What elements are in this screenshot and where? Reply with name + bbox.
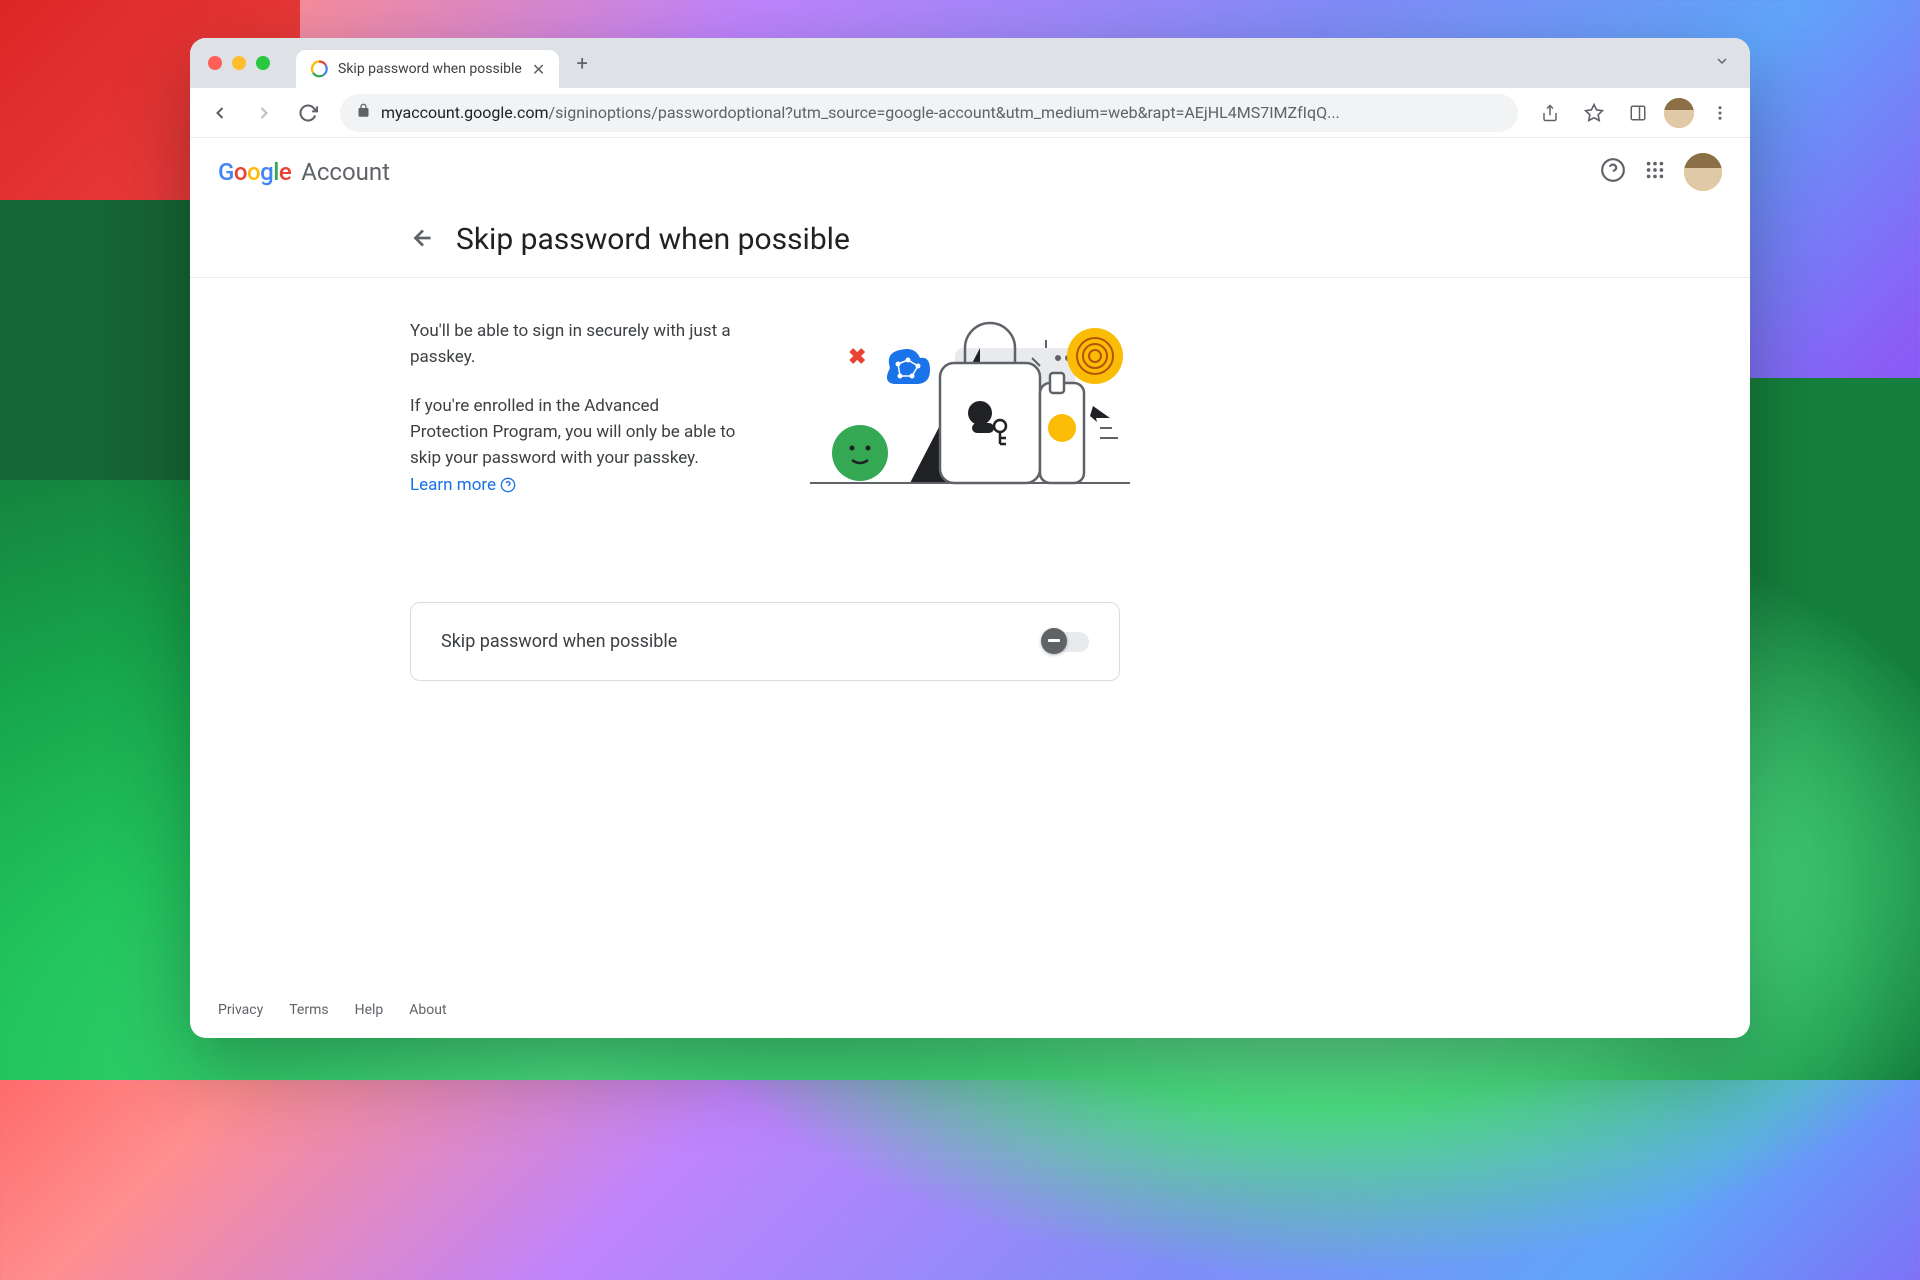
url-text: myaccount.google.com/signinoptions/passw… — [381, 103, 1340, 122]
help-button[interactable] — [1600, 157, 1626, 187]
browser-profile-avatar[interactable] — [1664, 98, 1694, 128]
share-button[interactable] — [1532, 95, 1568, 131]
browser-tab[interactable]: Skip password when possible ✕ — [296, 50, 559, 88]
toggle-knob — [1041, 628, 1067, 654]
tab-title: Skip password when possible — [338, 61, 522, 77]
learn-more-link[interactable]: Learn more — [410, 472, 516, 498]
back-button[interactable] — [202, 95, 238, 131]
close-tab-icon[interactable]: ✕ — [532, 60, 545, 79]
page-title-row: Skip password when possible — [190, 206, 1750, 278]
browser-window: Skip password when possible ✕ + myaccoun… — [190, 38, 1750, 1038]
reload-button[interactable] — [290, 95, 326, 131]
lock-icon — [356, 103, 371, 122]
intro-para-2: If you're enrolled in the Advanced Prote… — [410, 393, 740, 498]
svg-text:✖: ✖ — [848, 345, 866, 370]
app-header: Google Account — [190, 138, 1750, 206]
google-favicon-icon — [310, 60, 328, 78]
toggle-card: Skip password when possible — [410, 602, 1120, 681]
apps-grid-button[interactable] — [1644, 159, 1666, 185]
skip-password-toggle[interactable] — [1043, 632, 1089, 652]
footer: Privacy Terms Help About — [190, 982, 1750, 1038]
tabs-menu-button[interactable] — [1714, 53, 1738, 73]
address-bar[interactable]: myaccount.google.com/signinoptions/passw… — [340, 94, 1518, 132]
window-controls — [208, 56, 270, 70]
privacy-link[interactable]: Privacy — [218, 1002, 263, 1018]
new-tab-button[interactable]: + — [567, 48, 597, 78]
browser-toolbar: myaccount.google.com/signinoptions/passw… — [190, 88, 1750, 138]
minimize-window-button[interactable] — [232, 56, 246, 70]
help-circle-icon — [500, 477, 516, 493]
passkey-illustration: ✖ — [800, 318, 1140, 488]
account-label: Account — [301, 158, 390, 186]
terms-link[interactable]: Terms — [289, 1002, 328, 1018]
bookmark-button[interactable] — [1576, 95, 1612, 131]
tab-bar: Skip password when possible ✕ + — [190, 38, 1750, 88]
side-panel-button[interactable] — [1620, 95, 1656, 131]
account-avatar[interactable] — [1684, 153, 1722, 191]
intro-para-1: You'll be able to sign in securely with … — [410, 318, 740, 371]
about-link[interactable]: About — [409, 1002, 446, 1018]
google-logo[interactable]: Google — [218, 158, 291, 186]
help-link[interactable]: Help — [355, 1002, 384, 1018]
forward-button[interactable] — [246, 95, 282, 131]
browser-menu-button[interactable] — [1702, 95, 1738, 131]
maximize-window-button[interactable] — [256, 56, 270, 70]
page-back-button[interactable] — [410, 225, 436, 255]
close-window-button[interactable] — [208, 56, 222, 70]
toggle-label: Skip password when possible — [441, 631, 677, 652]
page-title: Skip password when possible — [456, 222, 850, 257]
